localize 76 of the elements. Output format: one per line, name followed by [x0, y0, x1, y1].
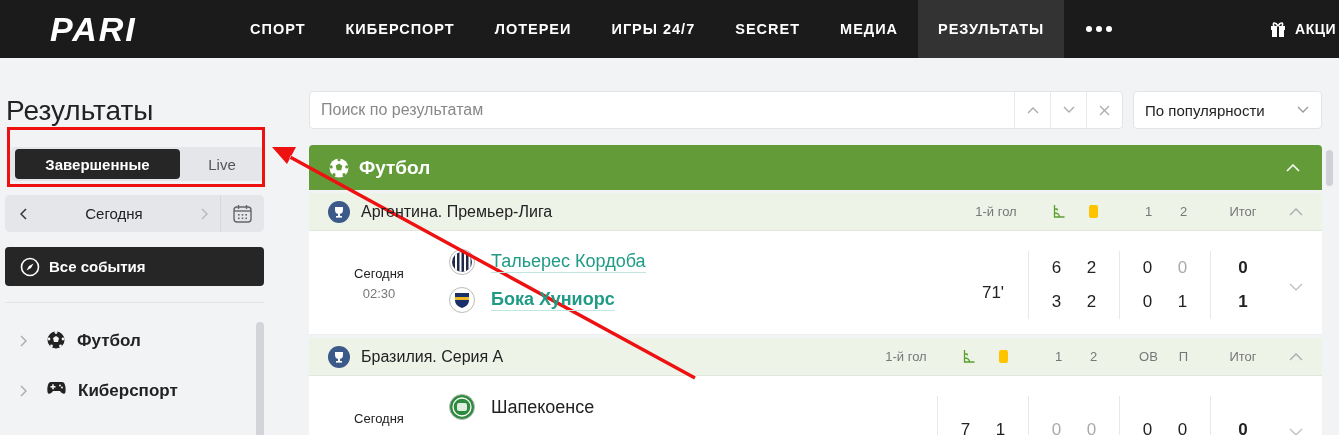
score-value: 2 [1086, 258, 1097, 278]
score-value: 6 [1051, 258, 1062, 278]
column-header: Итог [1229, 204, 1257, 219]
sport-item[interactable]: Киберспорт [5, 381, 257, 431]
score-value: 3 [1051, 292, 1062, 312]
nav-link[interactable]: ИГРЫ 24/7 [591, 0, 716, 58]
trophy-icon [328, 345, 350, 368]
league-header[interactable]: Бразилия. Серия А 1-й гол 1 2 ОВ П Итог [309, 338, 1322, 376]
expand-icon[interactable] [1289, 428, 1303, 435]
score-value: 0 [1238, 258, 1248, 278]
score-value: 7 [960, 420, 971, 435]
column-header: Итог [1229, 349, 1257, 364]
compass-icon [20, 256, 40, 277]
column-header: 2 [1089, 349, 1098, 364]
next-icon[interactable] [200, 207, 208, 220]
column-header: 2 [1179, 204, 1188, 219]
ball-icon [47, 331, 65, 349]
date-label: Сегодня [84, 205, 144, 222]
search-field[interactable]: Поиск по результатам [309, 91, 1123, 129]
score-value: 0 [1177, 420, 1188, 435]
score-value: 1 [1177, 292, 1188, 312]
column-header: ОВ [1139, 349, 1158, 364]
more-icon[interactable] [1086, 26, 1113, 32]
score-value: 1 [1238, 292, 1248, 312]
score-value: 0 [1086, 420, 1097, 435]
collapse-icon[interactable] [1289, 207, 1303, 216]
card-icon [999, 350, 1008, 363]
trophy-icon [328, 200, 350, 223]
nav-link[interactable]: ЛОТЕРЕИ [474, 0, 592, 58]
score-value: 0 [1142, 420, 1153, 435]
tab[interactable]: Live [180, 149, 264, 179]
scrollbar[interactable] [256, 322, 264, 435]
all-events-button[interactable]: Все события [5, 247, 264, 286]
promo-link[interactable]: АКЦИ [1270, 21, 1336, 37]
expand-icon[interactable] [1289, 283, 1303, 291]
chevron-icon [1297, 106, 1309, 114]
card-icon [1089, 205, 1098, 218]
column-header: 1 [1054, 349, 1063, 364]
page-title: Результаты [6, 94, 155, 128]
nav-link[interactable]: РЕЗУЛЬТАТЫ [918, 0, 1065, 58]
gift-icon [1270, 21, 1287, 37]
team-name: Шапекоенсе [491, 396, 595, 418]
column-header: 1 [1144, 204, 1153, 219]
team-logo-icon [449, 287, 475, 313]
logo[interactable]: PARI [50, 9, 230, 49]
sort-dropdown[interactable]: По популярности [1133, 91, 1322, 129]
score-value: 0 [1051, 420, 1062, 435]
sport-item[interactable]: Футбол [5, 331, 257, 381]
score-value: 2 [1086, 292, 1097, 312]
search-input[interactable]: Поиск по результатам [310, 92, 1014, 128]
ball-icon [329, 157, 349, 178]
score-value: 0 [1142, 292, 1153, 312]
match-time: 02:30 [362, 286, 396, 301]
score-value: 0 [1142, 258, 1153, 278]
tab[interactable]: Завершенные [15, 149, 180, 179]
corner-flag-icon [962, 350, 975, 363]
score-value: 1 [995, 420, 1006, 435]
score-value: 0 [1238, 420, 1248, 435]
team-logo-icon [449, 394, 475, 420]
previous-icon[interactable] [20, 207, 28, 220]
nav-link[interactable]: СПОРТ [230, 0, 326, 58]
calendar-icon[interactable] [233, 204, 252, 223]
score-value: 0 [1177, 258, 1188, 278]
score-value: 71' [981, 282, 1005, 303]
nav-link[interactable]: МЕДИА [820, 0, 919, 58]
column-header: П [1178, 349, 1189, 364]
scrollbar[interactable] [1326, 150, 1333, 186]
nav-link[interactable]: SECRET [715, 0, 821, 58]
match-date: Сегодня [354, 411, 404, 426]
gamepad-icon [47, 381, 66, 395]
collapse-icon[interactable] [1289, 352, 1303, 361]
column-header: 1-й гол [975, 204, 1017, 219]
corner-flag-icon [1052, 205, 1065, 218]
column-header: 1-й гол [885, 349, 927, 364]
match-date: Сегодня [354, 266, 404, 281]
nav-link[interactable]: КИБЕРСПОРТ [325, 0, 475, 58]
